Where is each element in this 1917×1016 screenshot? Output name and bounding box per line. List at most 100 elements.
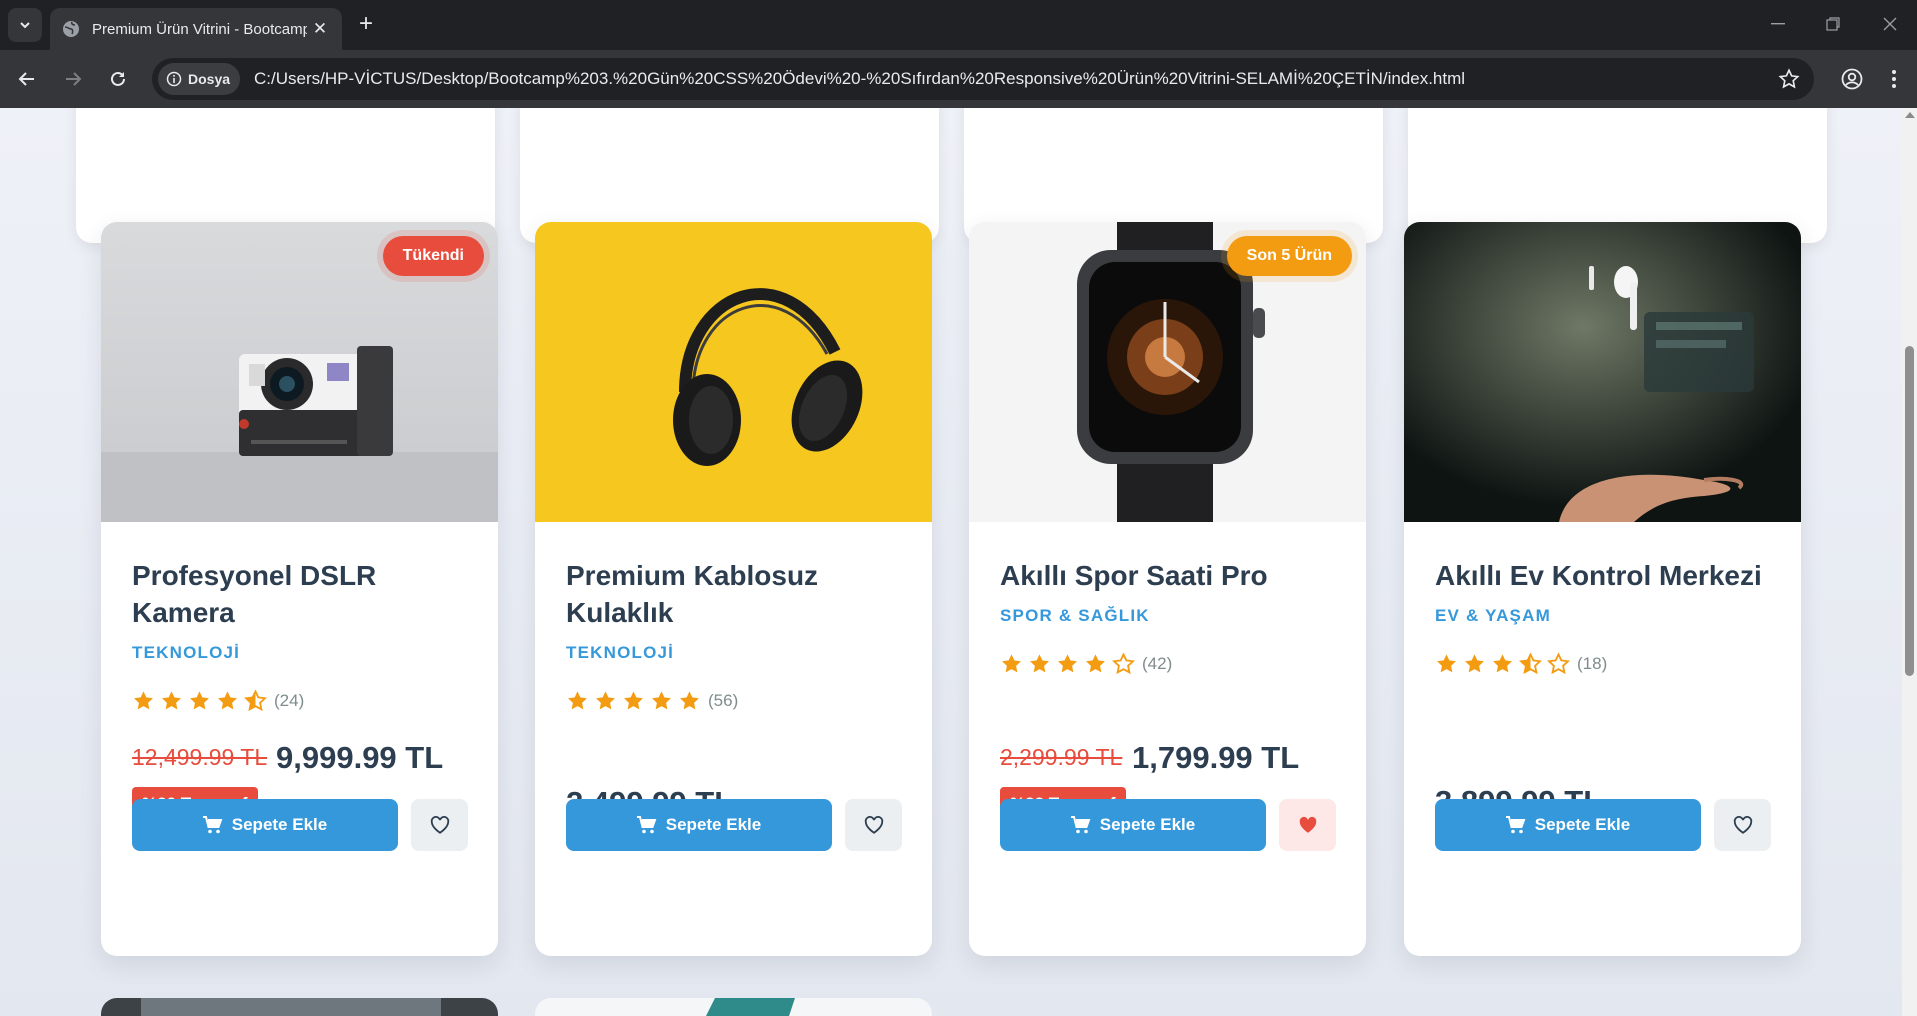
chevron-down-icon [20,22,30,29]
add-to-cart-label: Sepete Ekle [1534,815,1631,834]
favorite-button[interactable] [845,799,902,851]
product-image [535,222,932,522]
heart-filled-icon [1299,816,1316,833]
floating-earbud-photo [1404,222,1801,522]
tab-search-button[interactable] [8,8,42,42]
card-body: Premium Kablosuz Kulaklık TEKNOLOJİ (56)… [566,522,904,956]
product-category: EV & YAŞAM [1435,606,1551,625]
stock-badge: Son 5 Ürün [1226,236,1352,276]
current-price: 1,799.99 TL [1132,740,1300,775]
star-full-icon [1058,654,1077,673]
card-body: Akıllı Ev Kontrol Merkezi EV & YAŞAM (18… [1435,522,1773,956]
profile-icon[interactable] [1838,65,1866,93]
product-card: Son 5 Ürün Akıllı Spor Saati Pro SPOR & … [969,222,1366,956]
product-card: Premium Kablosuz Kulaklık TEKNOLOJİ (56)… [535,222,932,956]
scroll-up-arrow-icon[interactable] [1905,112,1915,118]
favorite-button[interactable] [1714,799,1771,851]
rating: (18) [1435,652,1607,676]
product-card: Tükendi Profesyonel DSLR Kamera TEKNOLOJ… [101,222,498,956]
url-text: C:/Users/HP-VİCTUS/Desktop/Bootcamp%203.… [254,69,1466,88]
new-tab-icon[interactable]: + [354,12,378,37]
card-body: Profesyonel DSLR Kamera TEKNOLOJİ (24) 1… [132,522,470,956]
product-title[interactable]: Profesyonel DSLR Kamera [132,557,470,631]
product-image [1404,222,1801,522]
product-title[interactable]: Akıllı Ev Kontrol Merkezi [1435,557,1773,594]
product-photo-partial [535,998,932,1016]
browser-tab-bar: Premium Ürün Vitrini - Bootcamp ✕ + [0,0,1917,50]
address-bar[interactable]: Dosya C:/Users/HP-VİCTUS/Desktop/Bootcam… [152,58,1814,100]
add-to-cart-button[interactable]: Sepete Ekle [1435,799,1701,851]
star-full-icon [596,691,615,710]
cart-icon [1505,816,1526,834]
card-body: Akıllı Spor Saati Pro SPOR & SAĞLIK (42)… [1000,522,1338,956]
restore-icon[interactable] [1821,12,1845,36]
star-full-icon [680,691,699,710]
product-title[interactable]: Premium Kablosuz Kulaklık [566,557,904,631]
product-photo-partial [101,998,498,1016]
star-full-icon [1086,654,1105,673]
add-to-cart-button[interactable]: Sepete Ekle [132,799,398,851]
browser-toolbar: Dosya C:/Users/HP-VİCTUS/Desktop/Bootcam… [0,50,1917,108]
star-empty-icon [1547,653,1570,675]
globe-icon [63,21,79,37]
rating: (56) [566,689,738,713]
close-window-icon[interactable] [1878,12,1902,36]
product-category: TEKNOLOJİ [566,643,675,662]
favorite-button[interactable] [1279,799,1336,851]
browser-tab-active[interactable]: Premium Ürün Vitrini - Bootcamp ✕ [50,8,342,50]
star-full-icon [218,691,237,710]
star-half-icon [1519,653,1542,675]
add-to-cart-label: Sepete Ekle [1099,815,1196,834]
product-title[interactable]: Akıllı Spor Saati Pro [1000,557,1338,594]
site-chip-label: Dosya [188,71,231,87]
star-full-icon [1030,654,1049,673]
reload-icon[interactable] [104,65,132,93]
review-count: (56) [708,691,739,710]
star-full-icon [652,691,671,710]
star-full-icon [1465,654,1484,673]
minimize-icon[interactable] [1766,12,1790,36]
favorite-button[interactable] [411,799,468,851]
scroll-thumb[interactable] [1905,346,1914,676]
cart-icon [202,816,223,834]
product-category: TEKNOLOJİ [132,643,241,662]
review-count: (24) [274,691,305,710]
page-scrollbar[interactable] [1902,108,1917,1016]
star-full-icon [190,691,209,710]
heart-outline-icon [1733,816,1752,834]
cart-icon [1070,816,1091,834]
star-full-icon [1437,654,1456,673]
product-card: Akıllı Ev Kontrol Merkezi EV & YAŞAM (18… [1404,222,1801,956]
page-viewport: Tükendi Profesyonel DSLR Kamera TEKNOLOJ… [0,108,1902,1016]
review-count: (18) [1577,654,1608,673]
site-info-chip[interactable]: Dosya [158,63,241,95]
star-full-icon [134,691,153,710]
bookmark-star-icon[interactable] [1778,68,1800,90]
add-to-cart-button[interactable]: Sepete Ekle [566,799,832,851]
star-full-icon [624,691,643,710]
add-to-cart-label: Sepete Ekle [665,815,762,834]
old-price: 2,299.99 TL [1000,744,1123,770]
star-empty-icon [1112,653,1135,675]
review-count: (42) [1142,654,1173,673]
add-to-cart-label: Sepete Ekle [231,815,328,834]
headphones-photo [535,222,932,522]
product-category: SPOR & SAĞLIK [1000,606,1150,625]
product-image: Son 5 Ürün [969,222,1366,522]
info-icon [166,71,182,87]
product-image: Tükendi [101,222,498,522]
heart-outline-icon [864,816,883,834]
back-icon[interactable] [13,65,41,93]
menu-kebab-icon[interactable] [1880,65,1908,93]
star-full-icon [162,691,181,710]
rating: (24) [132,689,304,713]
old-price: 12,499.99 TL [132,744,268,770]
close-tab-icon[interactable]: ✕ [310,19,330,39]
star-full-icon [1002,654,1021,673]
heart-outline-icon [430,816,449,834]
current-price: 9,999.99 TL [276,740,444,775]
next-row-card [101,998,498,1016]
add-to-cart-button[interactable]: Sepete Ekle [1000,799,1266,851]
stock-badge: Tükendi [382,236,484,276]
forward-icon[interactable] [59,65,87,93]
